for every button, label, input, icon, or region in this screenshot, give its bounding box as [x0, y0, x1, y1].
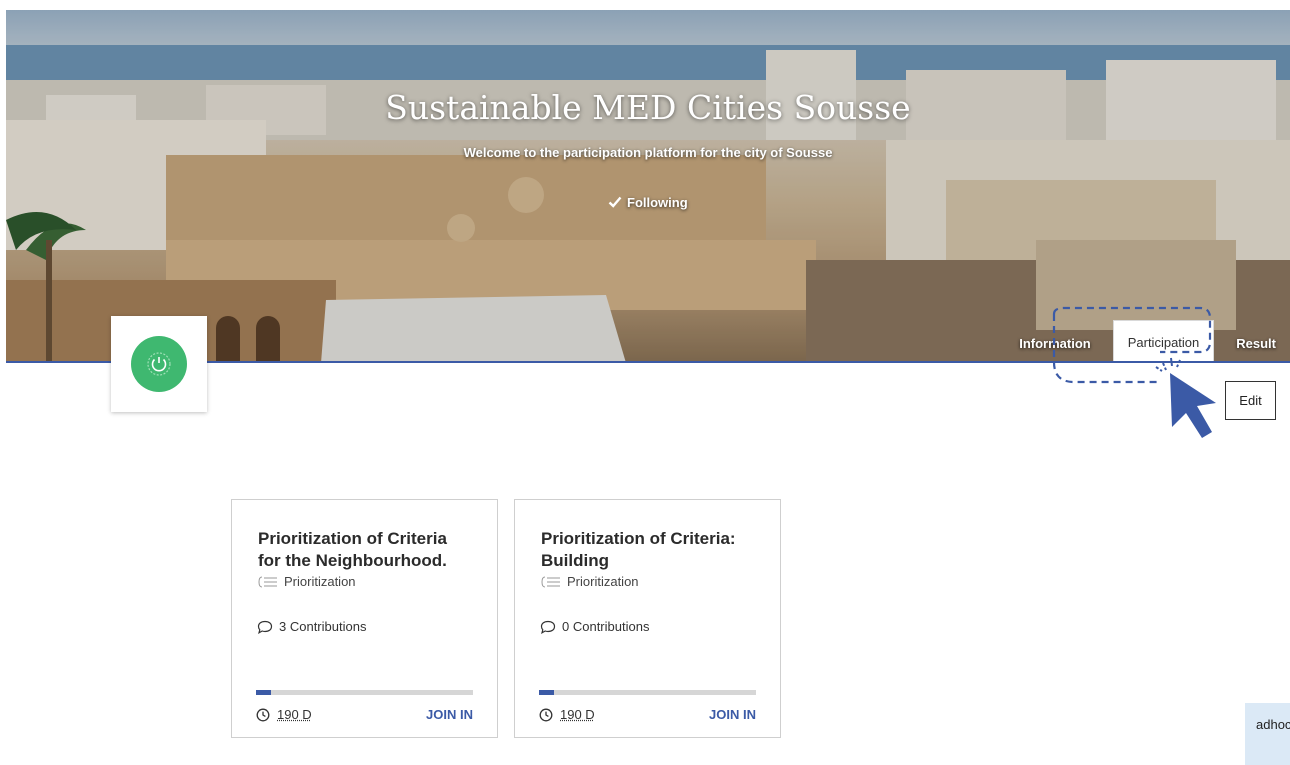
tab-information[interactable]: Information — [1005, 323, 1105, 361]
card-contributions: 0 Contributions — [540, 619, 649, 634]
hero-city-image — [6, 10, 1290, 361]
card-type-label: Prioritization — [567, 574, 639, 589]
clock-icon — [256, 708, 270, 721]
card-footer: 190 D JOIN IN — [539, 707, 756, 722]
power-icon — [147, 352, 171, 376]
prioritization-icon — [541, 576, 560, 587]
project-logo — [111, 316, 207, 412]
cursor-pointer-icon — [1170, 373, 1216, 438]
time-progress-bar — [539, 690, 756, 695]
comment-icon — [257, 620, 273, 634]
join-in-button[interactable]: JOIN IN — [709, 707, 756, 722]
card-type-label: Prioritization — [284, 574, 356, 589]
card-type: Prioritization — [258, 574, 473, 589]
card-title[interactable]: Prioritization of Criteria for the Neigh… — [258, 528, 473, 572]
section-tabs: Information Participation Result — [1005, 320, 1290, 361]
time-progress-bar — [256, 690, 473, 695]
participation-card[interactable]: Prioritization of Criteria: Building Pri… — [514, 499, 781, 738]
contributions-count: 0 Contributions — [562, 619, 650, 634]
card-footer: 190 D JOIN IN — [256, 707, 473, 722]
contributions-count: 3 Contributions — [279, 619, 367, 634]
following-button[interactable]: Following — [602, 190, 694, 214]
following-label: Following — [627, 194, 688, 210]
logo-circle — [131, 336, 187, 392]
card-contributions: 3 Contributions — [257, 619, 366, 634]
tab-result[interactable]: Result — [1222, 323, 1290, 361]
card-type: Prioritization — [541, 574, 756, 589]
time-value: 190 D — [277, 707, 312, 722]
prioritization-icon — [258, 576, 277, 587]
chat-widget-tab[interactable]: adhoc — [1245, 703, 1290, 765]
progress-fill — [256, 690, 272, 695]
page-title: Sustainable MED Cities Sousse — [385, 88, 911, 127]
join-in-button[interactable]: JOIN IN — [426, 707, 473, 722]
comment-icon — [540, 620, 556, 634]
hero-banner: Sustainable MED Cities Sousse Welcome to… — [6, 10, 1290, 363]
edit-button[interactable]: Edit — [1225, 381, 1276, 420]
clock-icon — [539, 708, 553, 721]
tab-participation[interactable]: Participation — [1112, 320, 1215, 361]
time-value: 190 D — [560, 707, 595, 722]
page-subtitle: Welcome to the participation platform fo… — [463, 145, 833, 160]
time-remaining: 190 D — [539, 707, 595, 722]
participation-card[interactable]: Prioritization of Criteria for the Neigh… — [231, 499, 498, 738]
time-remaining: 190 D — [256, 707, 312, 722]
card-title[interactable]: Prioritization of Criteria: Building — [541, 528, 756, 572]
progress-fill — [539, 690, 555, 695]
check-icon — [608, 196, 622, 208]
